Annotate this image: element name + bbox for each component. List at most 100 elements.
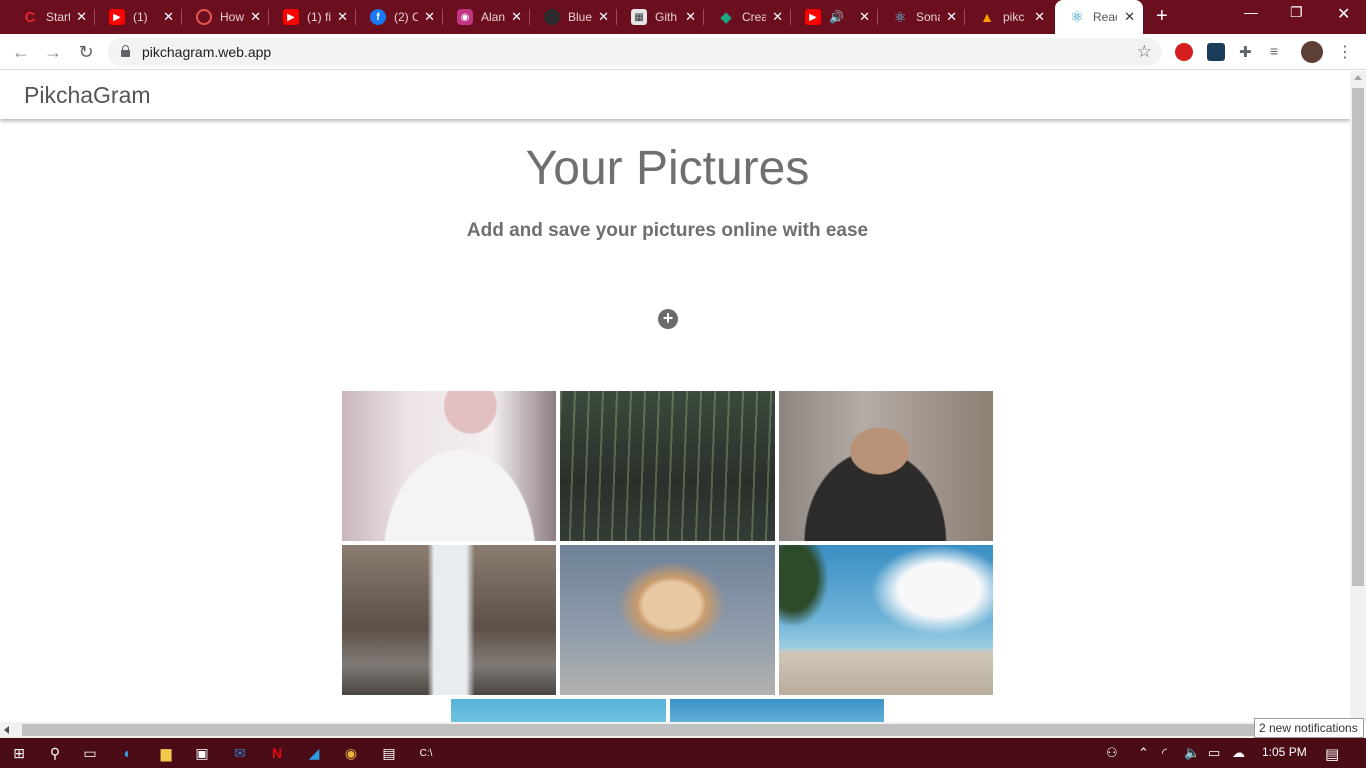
photo-sunset-cloud[interactable] xyxy=(560,545,775,695)
tab-5[interactable]: ◉ Alan ✕ xyxy=(443,0,530,34)
file-explorer-icon[interactable]: ▆ xyxy=(156,743,176,763)
close-icon[interactable]: ✕ xyxy=(1124,10,1135,24)
photo-palm-sky[interactable] xyxy=(451,699,666,722)
photo-tropical-beach[interactable] xyxy=(779,545,993,695)
tab-12-active[interactable]: ⚛ Reac ✕ xyxy=(1055,0,1143,34)
tab-title: (1) xyxy=(133,10,148,24)
photo-woman-white-scarf[interactable] xyxy=(342,391,556,541)
youtube-icon: ▶ xyxy=(109,9,125,25)
close-icon[interactable]: ✕ xyxy=(76,10,87,24)
scroll-left-arrow-icon[interactable] xyxy=(4,726,9,734)
tab-3[interactable]: ▶ (1) fi ✕ xyxy=(269,0,356,34)
restore-icon[interactable]: ❐ xyxy=(1290,4,1303,21)
wifi-icon[interactable]: ◜ xyxy=(1162,745,1167,761)
tab-title: How xyxy=(220,10,244,24)
tab-2[interactable]: How ✕ xyxy=(182,0,269,34)
photo-light-streaks[interactable] xyxy=(560,391,775,541)
close-icon[interactable]: ✕ xyxy=(337,10,348,24)
notification-tooltip: 2 new notifications xyxy=(1254,718,1364,738)
reload-icon[interactable]: ↻ xyxy=(75,41,97,63)
close-icon[interactable]: ✕ xyxy=(163,10,174,24)
onedrive-icon[interactable]: ☁ xyxy=(1232,745,1245,761)
close-icon[interactable]: ✕ xyxy=(772,10,783,24)
netflix-icon[interactable]: N xyxy=(267,743,287,763)
photo-man-glasses-portrait[interactable] xyxy=(779,391,993,541)
app-header: PikchaGram xyxy=(0,71,1350,119)
back-arrow-icon[interactable]: ← xyxy=(10,41,32,63)
extensions-puzzle-icon[interactable]: ✚ xyxy=(1239,43,1257,61)
tab-1[interactable]: ▶ (1) ✕ xyxy=(95,0,182,34)
swirl-icon xyxy=(196,9,212,25)
add-photo-button[interactable]: + xyxy=(658,309,678,329)
tab-8[interactable]: ◆ Crea ✕ xyxy=(704,0,791,34)
volume-icon[interactable]: 🔈 xyxy=(1184,745,1200,761)
horizontal-scroll-thumb[interactable] xyxy=(22,724,1344,736)
vertical-scroll-thumb[interactable] xyxy=(1352,88,1364,586)
brand-logo[interactable]: PikchaGram xyxy=(24,82,151,109)
react-devtools-icon[interactable] xyxy=(1207,43,1225,61)
close-icon[interactable]: ✕ xyxy=(859,10,870,24)
edge-icon[interactable]: ◐ xyxy=(118,743,138,763)
close-icon[interactable]: ✕ xyxy=(511,10,522,24)
tab-11[interactable]: ▲ pikc ✕ xyxy=(965,0,1053,34)
youtube-icon: ▶ xyxy=(283,9,299,25)
profile-avatar[interactable] xyxy=(1301,41,1323,63)
close-icon[interactable]: ✕ xyxy=(946,10,957,24)
url-text[interactable]: pikchagram.web.app xyxy=(142,44,271,60)
media-control-icon[interactable]: ≡ xyxy=(1270,43,1288,61)
web-page: PikchaGram Your Pictures Add and save yo… xyxy=(0,71,1350,722)
plus-circle-icon: + xyxy=(662,308,674,328)
tab-7[interactable]: ▦ Gith ✕ xyxy=(617,0,704,34)
task-view-icon[interactable]: ▭ xyxy=(80,743,100,763)
close-icon[interactable]: ✕ xyxy=(598,10,609,24)
horizontal-scrollbar[interactable] xyxy=(0,722,1350,738)
remote-desktop-icon[interactable]: ▤ xyxy=(379,743,399,763)
tab-title: Gith xyxy=(655,10,678,24)
instagram-icon: ◉ xyxy=(457,9,473,25)
people-icon[interactable]: ⚇ xyxy=(1106,745,1118,761)
windows-start-icon[interactable]: ⊞ xyxy=(9,743,29,763)
close-icon[interactable]: ✕ xyxy=(424,10,435,24)
minimize-icon[interactable]: — xyxy=(1244,4,1258,20)
tab-10[interactable]: ⚛ Sona ✕ xyxy=(878,0,965,34)
bookmark-star-icon[interactable]: ☆ xyxy=(1137,42,1152,62)
tab-9[interactable]: ▶ 🔊 ✕ xyxy=(791,0,878,34)
close-icon[interactable]: ✕ xyxy=(250,10,261,24)
tab-4[interactable]: f (2) C ✕ xyxy=(356,0,443,34)
tab-title: Start xyxy=(46,10,70,24)
close-icon[interactable]: ✕ xyxy=(1034,10,1045,24)
window-close-icon[interactable]: ✕ xyxy=(1337,4,1350,24)
tab-title: Blue xyxy=(568,10,592,24)
tab-6[interactable]: Blue ✕ xyxy=(530,0,617,34)
mail-icon[interactable]: ✉ xyxy=(230,743,250,763)
react-icon: ⚛ xyxy=(893,8,907,25)
chrome-menu-icon[interactable]: ⋮ xyxy=(1337,42,1355,61)
address-bar[interactable]: pikchagram.web.app ☆ xyxy=(108,38,1162,66)
taskbar-clock[interactable]: 1:05 PM xyxy=(1262,745,1307,759)
vscode-icon[interactable]: ◢ xyxy=(304,743,324,763)
windows-taskbar: ⊞ ⚲ ▭ ◐ ▆ ▣ ✉ N ◢ ◉ ▤ C:\ ⚇ ⌃ ◜ 🔈 ▭ ☁ 1:… xyxy=(0,738,1366,768)
search-icon[interactable]: ⚲ xyxy=(45,743,65,763)
firebase-icon: ▲ xyxy=(980,9,994,25)
terminal-icon[interactable]: C:\ xyxy=(416,743,436,763)
new-tab-button[interactable]: + xyxy=(1156,6,1168,26)
tab-title: pikc xyxy=(1003,10,1025,24)
action-center-icon[interactable]: ▤ xyxy=(1325,745,1339,763)
diamond-icon: ◆ xyxy=(720,9,732,26)
photo-waterfall[interactable] xyxy=(342,545,556,695)
store-icon[interactable]: ▣ xyxy=(192,743,212,763)
close-icon[interactable]: ✕ xyxy=(685,10,696,24)
adblock-extension-icon[interactable] xyxy=(1175,43,1193,61)
tab-0[interactable]: C Start ✕ xyxy=(8,0,95,34)
scroll-up-arrow-icon[interactable] xyxy=(1354,75,1362,80)
react-icon: ⚛ xyxy=(1070,9,1084,26)
tab-title: Sona xyxy=(916,10,940,24)
photo-blue-sky[interactable] xyxy=(670,699,884,722)
vertical-scrollbar[interactable] xyxy=(1350,71,1366,722)
facebook-icon: f xyxy=(370,9,386,25)
forward-arrow-icon[interactable]: → xyxy=(42,41,64,63)
battery-icon[interactable]: ▭ xyxy=(1208,745,1220,761)
chrome-icon[interactable]: ◉ xyxy=(333,738,369,768)
chevron-up-icon[interactable]: ⌃ xyxy=(1138,745,1149,761)
youtube-icon: ▶ xyxy=(805,9,821,25)
